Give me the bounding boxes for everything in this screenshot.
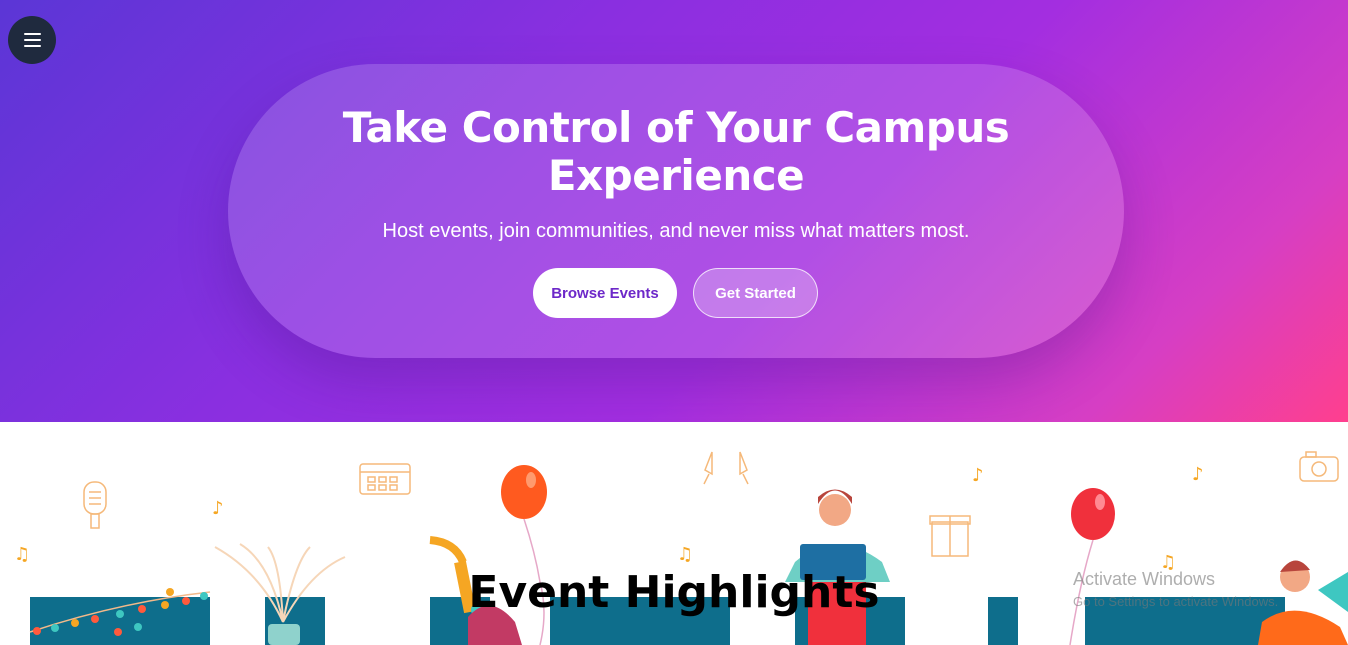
get-started-button[interactable]: Get Started	[693, 268, 818, 318]
svg-text:♪: ♪	[212, 498, 224, 519]
gift-icon	[929, 515, 971, 557]
svg-text:♫: ♫	[677, 544, 693, 565]
hero-title: Take Control of Your Campus Experience	[342, 103, 1010, 200]
hero-subtitle: Host events, join communities, and never…	[382, 220, 970, 242]
music-note-icon: ♫ ♪ ♫ ♪ ♪ ♫	[14, 464, 1204, 573]
hero-section: Take Control of Your Campus Experience H…	[0, 0, 1348, 422]
windows-watermark-subtitle: Go to Settings to activate Windows.	[1073, 594, 1279, 609]
browse-events-button[interactable]: Browse Events	[533, 268, 677, 318]
camera-icon	[1299, 451, 1339, 482]
svg-text:♫: ♫	[14, 544, 30, 565]
champagne-glasses-icon	[703, 451, 749, 485]
microphone-icon	[83, 481, 107, 529]
hamburger-icon	[23, 33, 41, 35]
windows-watermark-title: Activate Windows	[1073, 569, 1216, 589]
calendar-icon	[359, 463, 411, 495]
svg-text:♪: ♪	[1192, 464, 1204, 485]
svg-text:♪: ♪	[972, 465, 984, 486]
menu-button[interactable]	[8, 16, 56, 64]
